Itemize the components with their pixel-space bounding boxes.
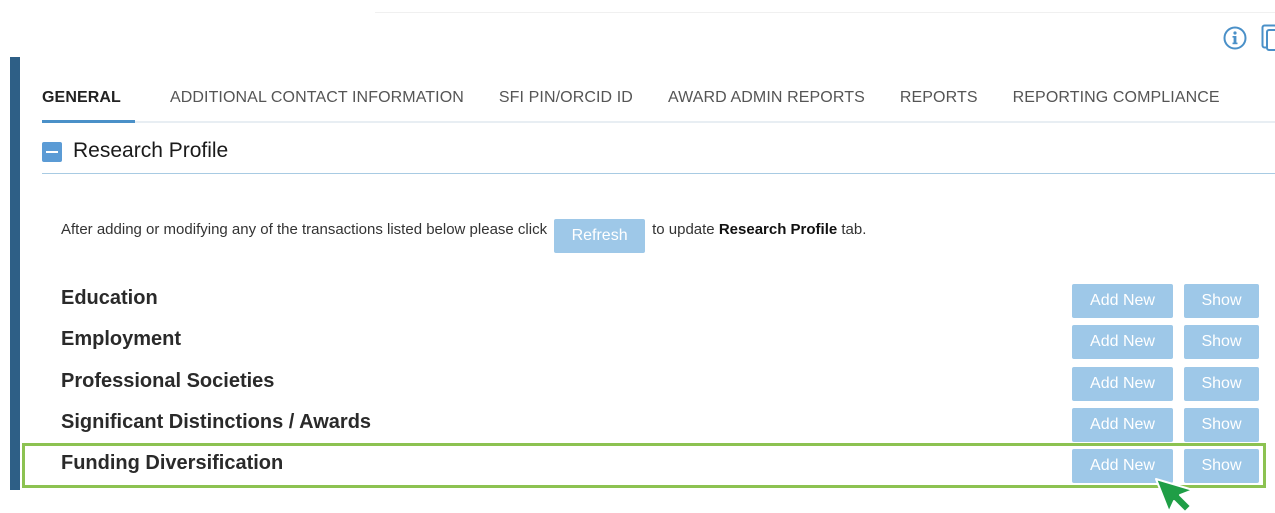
refresh-notice: After adding or modifying any of the tra… [61, 219, 866, 253]
top-divider [375, 12, 1275, 13]
row-employment: Employment Add New Show [61, 325, 1259, 359]
refresh-button[interactable]: Refresh [554, 219, 646, 253]
tab-reporting-compliance[interactable]: REPORTING COMPLIANCE [1013, 78, 1220, 121]
row-education: Education Add New Show [61, 284, 1259, 318]
copy-icon[interactable] [1261, 24, 1275, 52]
row-label: Significant Distinctions / Awards [61, 411, 372, 433]
tab-reports[interactable]: REPORTS [900, 78, 978, 121]
tab-bar: GENERAL ADDITIONAL CONTACT INFORMATION S… [42, 78, 1275, 123]
tab-general[interactable]: GENERAL [42, 78, 135, 123]
add-new-button[interactable]: Add New [1072, 367, 1173, 401]
notice-text-before: After adding or modifying any of the tra… [61, 221, 548, 238]
notice-after-bold: Research Profile [718, 221, 838, 238]
tab-award-admin-reports[interactable]: AWARD ADMIN REPORTS [668, 78, 865, 121]
row-label: Employment [61, 328, 182, 350]
show-button[interactable]: Show [1184, 367, 1259, 401]
left-accent-bar [10, 57, 20, 490]
notice-after-prefix: to update [652, 221, 715, 238]
show-button[interactable]: Show [1184, 284, 1259, 318]
pointer-arrow-icon [1155, 478, 1194, 513]
show-button[interactable]: Show [1184, 325, 1259, 359]
section-header: Research Profile [42, 139, 1275, 174]
notice-after-suffix: tab. [841, 221, 867, 238]
add-new-button[interactable]: Add New [1072, 408, 1173, 442]
tab-sfi-pin-orcid-id[interactable]: SFI PIN/ORCID ID [499, 78, 633, 121]
page: GENERAL ADDITIONAL CONTACT INFORMATION S… [0, 0, 1275, 513]
row-label: Education [61, 287, 158, 309]
add-new-button[interactable]: Add New [1072, 284, 1173, 318]
notice-text-after: to update Research Profile tab. [652, 219, 866, 238]
show-button[interactable]: Show [1184, 408, 1259, 442]
info-circle-icon[interactable] [1223, 26, 1247, 50]
section-title: Research Profile [73, 139, 229, 162]
row-significant-distinctions-awards: Significant Distinctions / Awards Add Ne… [61, 408, 1259, 442]
minus-square-icon[interactable] [42, 142, 62, 162]
row-funding-diversification: Funding Diversification Add New Show [61, 449, 1259, 483]
row-label: Professional Societies [61, 370, 275, 392]
row-professional-societies: Professional Societies Add New Show [61, 367, 1259, 401]
row-label: Funding Diversification [61, 452, 284, 474]
add-new-button[interactable]: Add New [1072, 325, 1173, 359]
tab-additional-contact-information[interactable]: ADDITIONAL CONTACT INFORMATION [170, 78, 464, 121]
top-right-toolbar [1223, 24, 1275, 52]
